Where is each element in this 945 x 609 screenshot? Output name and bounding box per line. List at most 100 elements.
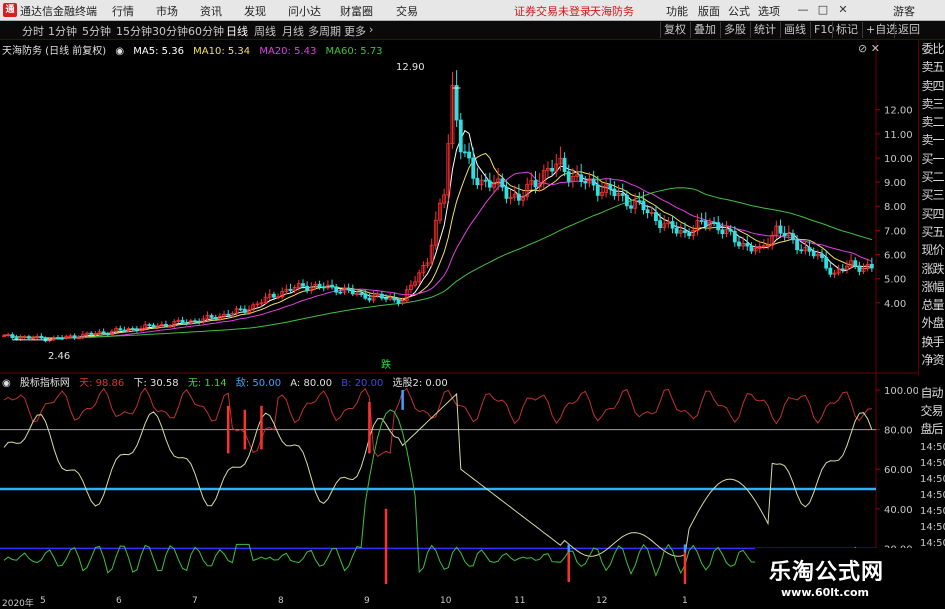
minimize-icon[interactable]: — (795, 2, 811, 18)
menu-news[interactable]: 资讯 (200, 3, 222, 19)
candle-body (828, 267, 833, 275)
close-icon[interactable]: ✕ (835, 2, 851, 18)
candle-body (745, 242, 750, 247)
chart-tools-icon[interactable]: ⊘ ✕ (858, 42, 880, 55)
tab-30min[interactable]: 30分钟 (152, 23, 188, 39)
tick-time: 14:50 (920, 506, 945, 517)
back-button[interactable]: 返回 (894, 22, 923, 38)
side-item[interactable]: 换手 (919, 333, 945, 351)
menu-trade[interactable]: 交易 (396, 3, 418, 19)
candle-body (670, 221, 675, 229)
watermark-url: www.60lt.com (781, 586, 870, 599)
side-item[interactable]: 卖四 (919, 77, 945, 95)
statistics-button[interactable]: 统计 (750, 22, 779, 38)
tab-more[interactable]: 更多 (344, 23, 366, 39)
side-item[interactable]: 外盘 (919, 314, 945, 332)
candle-body (330, 284, 334, 288)
side-item[interactable]: 卖一 (919, 131, 945, 149)
tab-intraday[interactable]: 分时 (22, 23, 44, 39)
candle-body (795, 239, 800, 251)
candle-body (105, 333, 110, 335)
app-title: 通达信金融终端 (20, 5, 97, 18)
maximize-icon[interactable]: □ (815, 2, 831, 18)
overlay-button[interactable]: 叠加 (690, 22, 719, 38)
candle-body (363, 293, 368, 299)
quote-side-panel: 委比 卖五 卖四 卖三 卖二 卖一 买一 买二 买三 买四 买五 现价 涨跌 涨… (918, 40, 945, 375)
candle-body (612, 188, 617, 197)
price-axis: 12.00 11.00 10.00 9.00 8.00 7.00 6.00 5.00 4.00 (876, 106, 913, 310)
restore-rights-button[interactable]: 复权 (660, 22, 689, 38)
side-item[interactable]: 卖五 (919, 58, 945, 76)
tab-monthly[interactable]: 月线 (282, 23, 304, 39)
date-label: 9 (364, 596, 370, 606)
candle-body (346, 287, 351, 291)
side-item[interactable]: 买三 (919, 186, 945, 204)
candle-body (732, 230, 737, 243)
candle-body (72, 335, 77, 339)
indicator-tick-label: 80.00 (884, 426, 913, 437)
menu-wealth[interactable]: 财富圈 (340, 3, 373, 19)
settings-dot-icon[interactable]: ◉ (115, 46, 124, 57)
side-item[interactable]: 买四 (919, 205, 945, 223)
menu-discover[interactable]: 发现 (244, 3, 266, 19)
side-item[interactable]: 现价 (919, 241, 945, 259)
login-notice[interactable]: 证券交易未登录 (514, 3, 591, 19)
price-tick-label: 4.00 (884, 299, 906, 310)
side-item-after-hours[interactable]: 盘后 (918, 420, 945, 438)
menu-quotes[interactable]: 行情 (112, 3, 134, 19)
tab-multi-period[interactable]: 多周期 (308, 23, 341, 39)
ma-line (3, 171, 872, 339)
menu-assistant[interactable]: 问小达 (288, 3, 321, 19)
candle-body (641, 200, 646, 211)
menu-formula[interactable]: 公式 (728, 3, 750, 19)
mark-button[interactable]: 标记 (832, 22, 861, 38)
side-item-auto[interactable]: 自动 (918, 384, 945, 402)
candle-body (359, 293, 364, 295)
tab-60min[interactable]: 60分钟 (188, 23, 224, 39)
multi-stock-button[interactable]: 多股 (720, 22, 749, 38)
side-item[interactable]: 总量 (919, 296, 945, 314)
menu-options[interactable]: 选项 (758, 3, 780, 19)
candle-body (471, 157, 476, 179)
side-item[interactable]: 涨幅 (919, 278, 945, 296)
indicator-name: 股标指标网 (19, 378, 70, 389)
kline-chart-area[interactable]: 12.0011.0010.009.008.007.006.005.004.00 … (0, 40, 918, 596)
candle-body (350, 289, 355, 295)
menu-function[interactable]: 功能 (666, 3, 688, 19)
title-bar: 通 通达信金融终端 行情 市场 资讯 发现 问小达 财富圈 交易 证券交易未登录… (0, 0, 945, 21)
side-item-trade[interactable]: 交易 (918, 402, 945, 420)
menu-market[interactable]: 市场 (156, 3, 178, 19)
tab-daily[interactable]: 日线 (226, 23, 248, 39)
settings-dot-icon[interactable]: ◉ (2, 378, 11, 389)
candle-body (591, 178, 596, 186)
side-item[interactable]: 涨跌 (919, 260, 945, 278)
tab-weekly[interactable]: 周线 (254, 23, 276, 39)
side-item[interactable]: 卖三 (919, 95, 945, 113)
more-chevron-icon[interactable]: › (369, 23, 373, 36)
tab-5min[interactable]: 5分钟 (82, 23, 111, 39)
candle-body (624, 195, 629, 207)
side-item[interactable]: 买二 (919, 168, 945, 186)
watermark-title: 乐淘公式网 (769, 560, 885, 585)
candle-body (840, 268, 845, 271)
side-item[interactable]: 买一 (919, 150, 945, 168)
candle-body (483, 179, 488, 182)
candle-body (56, 337, 60, 340)
candle-body (184, 322, 189, 325)
candle-body (164, 323, 168, 327)
side-item[interactable]: 卖二 (919, 113, 945, 131)
candle-body (396, 299, 401, 304)
candle-body (197, 320, 202, 323)
side-item[interactable]: 买五 (919, 223, 945, 241)
indicator-legend: ◉ 股标指标网 天: 98.86 下: 30.58 无: 1.14 敌: 50.… (2, 374, 454, 389)
side-item[interactable]: 净资 (919, 351, 945, 369)
menu-layout[interactable]: 版面 (698, 3, 720, 19)
user-label[interactable]: 游客 (893, 3, 915, 19)
side-item[interactable]: 委比 (919, 40, 945, 58)
tab-1min[interactable]: 1分钟 (48, 23, 77, 39)
indicator-tick-label: 40.00 (884, 505, 913, 516)
tab-15min[interactable]: 15分钟 (116, 23, 152, 39)
draw-line-button[interactable]: 画线 (780, 22, 809, 38)
date-label: 5 (40, 596, 46, 606)
candle-body (562, 157, 567, 173)
